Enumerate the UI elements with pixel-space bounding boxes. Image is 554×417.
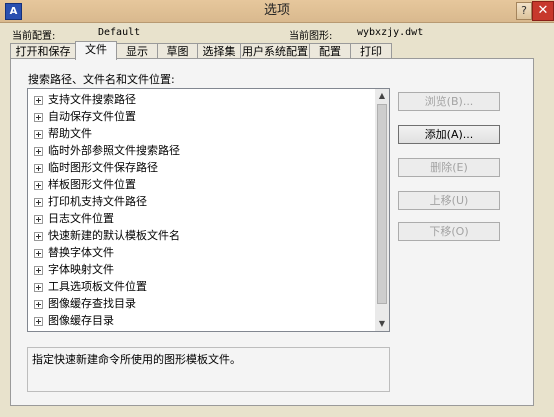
tree-item[interactable]: 打印机支持文件路径 — [34, 193, 147, 210]
window-title: 选项 — [263, 3, 290, 18]
search-paths-label: 搜索路径、文件名和文件位置: — [28, 73, 175, 86]
tab-open-save[interactable]: 打开和保存 — [10, 43, 76, 59]
tab-plot[interactable]: 打印 — [350, 43, 392, 59]
current-profile-value: Default — [98, 27, 141, 38]
tab-selection[interactable]: 选择集 — [197, 43, 241, 59]
description-text: 指定快速新建命令所使用的图形模板文件。 — [32, 353, 241, 366]
browse-button[interactable]: 浏览(B)... — [398, 92, 500, 111]
close-button[interactable]: ✕ — [532, 1, 554, 21]
tree-item-label: 自动保存文件位置 — [48, 110, 136, 123]
tree-item-label: 字体映射文件 — [48, 263, 114, 276]
tree-item-label: 图像缓存查找目录 — [48, 297, 136, 310]
current-drawing-label: 当前图形: — [289, 31, 333, 42]
current-profile-label: 当前配置: — [12, 31, 56, 42]
tree-item-label: 帮助文件 — [48, 127, 92, 140]
expand-plus-icon[interactable] — [34, 214, 43, 224]
tab-user-preferences[interactable]: 用户系统配置 — [240, 43, 310, 59]
tree-item[interactable]: 支持文件搜索路径 — [34, 91, 136, 108]
tree-item[interactable]: 图像缓存查找目录 — [34, 295, 136, 312]
tree-item-label: 临时外部参照文件搜索路径 — [48, 144, 180, 157]
expand-plus-icon[interactable] — [34, 197, 43, 207]
description-box: 指定快速新建命令所使用的图形模板文件。 — [27, 347, 390, 392]
scrollbar-thumb[interactable] — [377, 104, 387, 304]
tab-display[interactable]: 显示 — [116, 43, 158, 59]
expand-plus-icon[interactable] — [34, 112, 43, 122]
tab-profiles[interactable]: 配置 — [309, 43, 351, 59]
expand-plus-icon[interactable] — [34, 248, 43, 258]
tree-item-label: 图像缓存目录 — [48, 314, 114, 327]
tree-scrollbar[interactable]: ▲ ▼ — [375, 89, 389, 331]
expand-plus-icon[interactable] — [34, 146, 43, 156]
expand-plus-icon[interactable] — [34, 95, 43, 105]
expand-plus-icon[interactable] — [34, 316, 43, 326]
dialog-bottom-edge — [0, 408, 554, 417]
tree-item[interactable]: 快速新建的默认模板文件名 — [34, 227, 180, 244]
file-paths-tree[interactable]: 支持文件搜索路径 自动保存文件位置 帮助文件 临时外部参照文件搜索路径 临时图形… — [27, 88, 390, 332]
tree-item[interactable]: 临时图形文件保存路径 — [34, 159, 158, 176]
tree-item-label: 支持文件搜索路径 — [48, 93, 136, 106]
scroll-down-arrow-icon[interactable]: ▼ — [375, 317, 389, 331]
tree-item[interactable]: 替换字体文件 — [34, 244, 114, 261]
title-bar: A 选项 ? ✕ — [0, 0, 554, 23]
expand-plus-icon[interactable] — [34, 265, 43, 275]
tree-item-label: 快速新建的默认模板文件名 — [48, 229, 180, 242]
expand-plus-icon[interactable] — [34, 129, 43, 139]
add-button[interactable]: 添加(A)... — [398, 125, 500, 144]
tree-item-label: 临时图形文件保存路径 — [48, 161, 158, 174]
tree-item[interactable]: 帮助文件 — [34, 125, 92, 142]
expand-plus-icon[interactable] — [34, 282, 43, 292]
tree-item[interactable]: 自动保存文件位置 — [34, 108, 136, 125]
tab-drafting[interactable]: 草图 — [157, 43, 198, 59]
expand-plus-icon[interactable] — [34, 231, 43, 241]
tree-item[interactable]: 日志文件位置 — [34, 210, 114, 227]
expand-plus-icon[interactable] — [34, 163, 43, 173]
tab-files[interactable]: 文件 — [75, 41, 117, 60]
tree-item-label: 工具选项板文件位置 — [48, 280, 147, 293]
tree-item[interactable]: 图像缓存目录 — [34, 312, 114, 329]
tree-item[interactable]: 工具选项板文件位置 — [34, 278, 147, 295]
scroll-up-arrow-icon[interactable]: ▲ — [375, 89, 389, 103]
tree-item-label: 替换字体文件 — [48, 246, 114, 259]
tree-item[interactable]: 临时外部参照文件搜索路径 — [34, 142, 180, 159]
tree-item[interactable]: 字体映射文件 — [34, 261, 114, 278]
move-up-button[interactable]: 上移(U) — [398, 191, 500, 210]
help-button[interactable]: ? — [516, 2, 532, 20]
tree-item-label: 打印机支持文件路径 — [48, 195, 147, 208]
delete-button[interactable]: 删除(E) — [398, 158, 500, 177]
move-down-button[interactable]: 下移(O) — [398, 222, 500, 241]
expand-plus-icon[interactable] — [34, 180, 43, 190]
tree-item[interactable]: 样板图形文件位置 — [34, 176, 136, 193]
expand-plus-icon[interactable] — [34, 299, 43, 309]
tree-item-label: 样板图形文件位置 — [48, 178, 136, 191]
current-drawing-value: wybxzjy.dwt — [357, 27, 424, 38]
tree-item-label: 日志文件位置 — [48, 212, 114, 225]
